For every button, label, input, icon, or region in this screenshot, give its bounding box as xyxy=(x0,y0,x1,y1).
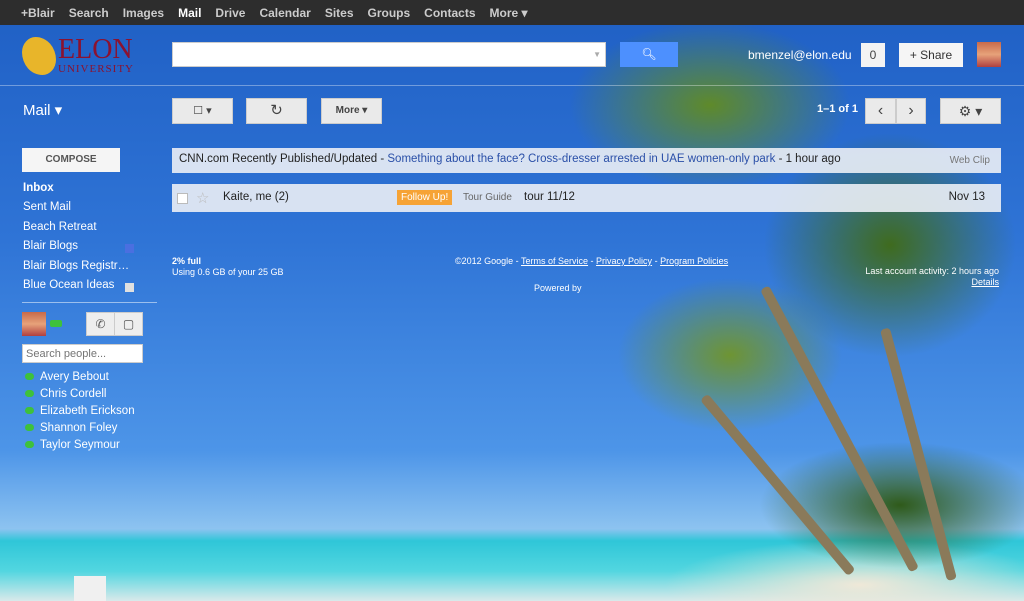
message-date: Nov 13 xyxy=(948,191,985,203)
topbar-more[interactable]: More ▾ xyxy=(490,6,528,20)
topbar-drive[interactable]: Drive xyxy=(215,6,245,20)
label-color-swatch xyxy=(125,282,134,292)
label-blair-blogs-registr[interactable]: Blair Blogs Registr… xyxy=(23,260,133,279)
label-beach-retreat[interactable]: Beach Retreat xyxy=(23,221,133,240)
topbar-calendar[interactable]: Calendar xyxy=(259,6,310,20)
contact-item[interactable]: Chris Cordell xyxy=(25,385,135,402)
web-clip-tag[interactable]: Web Clip xyxy=(950,155,990,166)
search-people-input[interactable] xyxy=(22,344,143,363)
terms-link[interactable]: Terms of Service xyxy=(521,256,588,266)
magnifier-icon: 🔍︎ xyxy=(641,47,657,61)
topbar-groups[interactable]: Groups xyxy=(368,6,411,20)
logo-sub: UNIVERSITY xyxy=(58,63,134,75)
search-button[interactable]: 🔍︎ xyxy=(620,42,678,67)
clip-source: CNN.com Recently Published/Updated - xyxy=(179,153,388,165)
topbar-search[interactable]: Search xyxy=(69,6,109,20)
privacy-link[interactable]: Privacy Policy xyxy=(596,256,652,266)
label-inbox[interactable]: Inbox xyxy=(23,182,133,201)
clip-time: - 1 hour ago xyxy=(775,153,841,165)
share-button[interactable]: + Share xyxy=(899,43,963,67)
contact-item[interactable]: Avery Bebout xyxy=(25,368,135,385)
video-status-icon[interactable] xyxy=(50,320,62,327)
select-checkbox-dropdown[interactable]: ☐ ▾ xyxy=(172,98,233,124)
oak-leaf-icon xyxy=(22,36,56,75)
elon-logo[interactable]: ELON UNIVERSITY xyxy=(22,36,134,75)
topbar-plus[interactable]: +Blair xyxy=(21,6,55,20)
contact-item[interactable]: Elizabeth Erickson xyxy=(25,402,135,419)
powered-by: Powered by xyxy=(534,283,582,293)
chat-bubble-icon: ▢ xyxy=(122,317,135,331)
chat-avatar[interactable] xyxy=(22,312,46,336)
compose-button[interactable]: COMPOSE xyxy=(22,148,120,172)
online-status-icon xyxy=(25,373,34,380)
message-category[interactable]: Tour Guide xyxy=(463,192,512,203)
label-color-swatch xyxy=(125,244,134,254)
topbar-contacts[interactable]: Contacts xyxy=(424,6,475,20)
storage-usage: 2% full Using 0.6 GB of your 25 GB xyxy=(172,256,284,277)
label-blue-ocean-ideas[interactable]: Blue Ocean Ideas xyxy=(23,279,134,298)
star-icon[interactable]: ☆ xyxy=(196,189,209,207)
mail-menu[interactable]: Mail ▾ xyxy=(23,101,62,119)
next-page-button[interactable]: › xyxy=(896,98,926,124)
chat-button[interactable]: ▢ xyxy=(114,312,143,336)
more-button[interactable]: More ▾ xyxy=(321,98,382,124)
label-blair-blogs[interactable]: Blair Blogs xyxy=(23,240,134,259)
label-sent-mail[interactable]: Sent Mail xyxy=(23,201,133,220)
topbar-sites[interactable]: Sites xyxy=(325,6,354,20)
online-status-icon xyxy=(25,407,34,414)
search-input[interactable]: ▼ xyxy=(172,42,606,67)
video-status-icon xyxy=(25,424,34,431)
footer-links: ©2012 Google - Terms of Service - Privac… xyxy=(455,256,729,266)
label-badge[interactable]: Follow Up! xyxy=(397,190,453,205)
feedback-chat-button[interactable] xyxy=(74,576,106,601)
topbar-mail[interactable]: Mail xyxy=(178,6,201,20)
message-sender: Kaite, me (2) xyxy=(223,191,289,203)
web-clip: CNN.com Recently Published/Updated - Som… xyxy=(172,148,1001,173)
account-avatar[interactable] xyxy=(977,42,1001,67)
refresh-button[interactable]: ↻ xyxy=(246,98,307,124)
video-status-icon xyxy=(25,390,34,397)
search-options-icon[interactable]: ▼ xyxy=(593,50,601,59)
settings-button[interactable]: ⚙ ▾ xyxy=(940,98,1001,124)
details-link[interactable]: Details xyxy=(971,277,999,287)
topbar-images[interactable]: Images xyxy=(123,6,164,20)
table-row[interactable]: ☆ Kaite, me (2) Follow Up! Tour Guide to… xyxy=(172,184,1001,212)
divider xyxy=(22,302,157,303)
contact-item[interactable]: Taylor Seymour xyxy=(25,436,135,453)
account-email[interactable]: bmenzel@elon.edu xyxy=(748,48,852,62)
video-status-icon xyxy=(25,441,34,448)
phone-icon: ✆ xyxy=(95,317,106,331)
label-list: Inbox Sent Mail Beach Retreat Blair Blog… xyxy=(23,182,134,298)
notifications-count[interactable]: 0 xyxy=(861,43,885,67)
chat-contacts: Avery Bebout Chris Cordell Elizabeth Eri… xyxy=(25,368,135,453)
account-activity: Last account activity: 2 hours ago Detail… xyxy=(865,266,999,287)
prev-page-button[interactable]: ‹ xyxy=(865,98,896,124)
google-bar: +Blair Search Images Mail Drive Calendar… xyxy=(0,0,1024,25)
message-subject: tour 11/12 xyxy=(524,191,575,203)
program-policies-link[interactable]: Program Policies xyxy=(660,256,728,266)
row-checkbox[interactable] xyxy=(177,193,188,204)
contact-item[interactable]: Shannon Foley xyxy=(25,419,135,436)
pagination-text: 1–1 of 1 xyxy=(817,103,858,115)
divider xyxy=(0,85,1024,86)
clip-headline-link[interactable]: Something about the face? Cross-dresser … xyxy=(387,153,775,165)
call-phone-button[interactable]: ✆ xyxy=(86,312,115,336)
logo-name: ELON xyxy=(58,34,133,65)
